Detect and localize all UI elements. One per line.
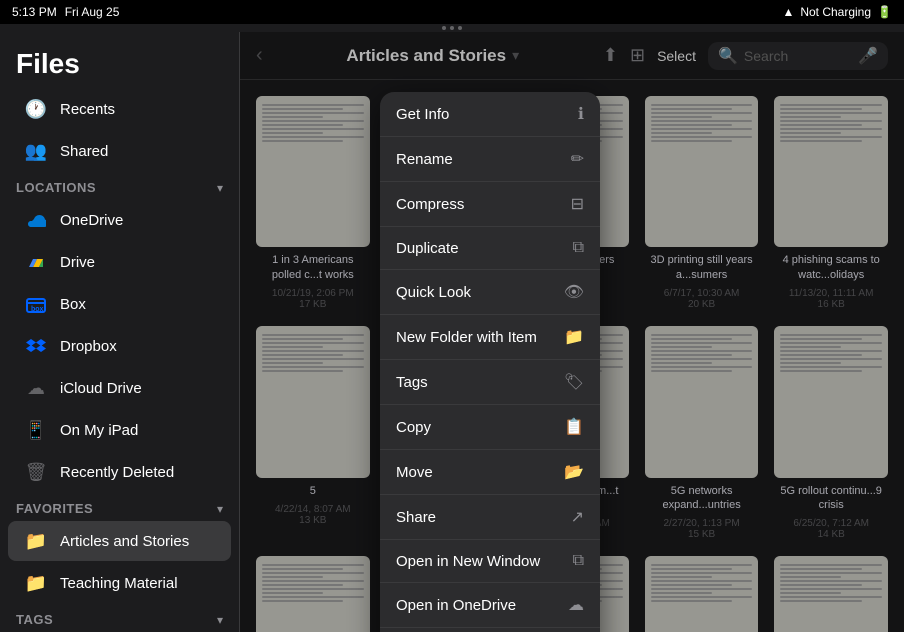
battery-icon: 🔋: [877, 5, 892, 19]
context-item-icon: 📁: [564, 327, 584, 347]
battery-status: Not Charging: [800, 5, 871, 19]
context-item-icon: 🏷: [564, 372, 584, 392]
context-menu-item-move[interactable]: Move 📂: [380, 450, 600, 495]
drive-icon: [24, 250, 48, 274]
context-item-label: Copy: [396, 419, 431, 436]
context-item-icon: 📋: [564, 417, 584, 437]
box-label: Box: [60, 296, 86, 313]
context-item-label: Move: [396, 464, 433, 481]
context-menu: Get Info ℹ Rename ✏ Compress ⊟ Duplicate…: [380, 92, 600, 632]
shared-label: Shared: [60, 143, 108, 160]
sidebar-item-ipad[interactable]: 📱 On My iPad: [8, 410, 231, 450]
sidebar-item-teaching[interactable]: 📁 Teaching Material: [8, 563, 231, 603]
shared-icon: 👥: [24, 139, 48, 163]
favorites-section-header[interactable]: Favorites ▾: [0, 493, 239, 520]
wifi-icon: ▲: [782, 5, 794, 19]
status-time: 5:13 PM: [12, 5, 57, 19]
context-menu-item-copy[interactable]: Copy 📋: [380, 405, 600, 450]
locations-chevron: ▾: [217, 181, 223, 195]
favorites-label: Favorites: [16, 501, 93, 516]
context-menu-item-share[interactable]: Share ↗: [380, 495, 600, 540]
context-item-label: Open in New Window: [396, 553, 540, 570]
tags-section-header[interactable]: Tags ▾: [0, 604, 239, 631]
sidebar-item-icloud[interactable]: ☁ iCloud Drive: [8, 368, 231, 408]
sidebar-item-onedrive[interactable]: OneDrive: [8, 200, 231, 240]
context-menu-item-compress[interactable]: Compress ⊟: [380, 182, 600, 227]
sidebar-item-box[interactable]: box Box: [8, 284, 231, 324]
sidebar-item-shared[interactable]: 👥 Shared: [8, 131, 231, 171]
onedrive-label: OneDrive: [60, 212, 123, 229]
context-menu-item-open-in-new-window[interactable]: Open in New Window ⧉: [380, 540, 600, 583]
locations-label: Locations: [16, 180, 96, 195]
sidebar-item-recents[interactable]: 🕐 Recents: [8, 89, 231, 129]
dropbox-label: Dropbox: [60, 338, 117, 355]
drive-label: Drive: [60, 254, 95, 271]
svg-text:box: box: [31, 306, 44, 313]
box-icon: box: [24, 292, 48, 316]
articles-label: Articles and Stories: [60, 533, 189, 550]
tags-chevron: ▾: [217, 613, 223, 627]
context-item-label: Quick Look: [396, 284, 471, 301]
recents-label: Recents: [60, 101, 115, 118]
status-bar: 5:13 PM Fri Aug 25 ▲ Not Charging 🔋: [0, 0, 904, 24]
teaching-folder-icon: 📁: [24, 571, 48, 595]
context-menu-item-duplicate[interactable]: Duplicate ⧉: [380, 227, 600, 270]
context-item-label: Open in OneDrive: [396, 597, 516, 614]
icloud-icon: ☁: [24, 376, 48, 400]
context-menu-item-rename[interactable]: Rename ✏: [380, 137, 600, 182]
status-date: Fri Aug 25: [65, 5, 120, 19]
dropbox-icon: [24, 334, 48, 358]
context-menu-item-tags[interactable]: Tags 🏷: [380, 360, 600, 405]
sidebar: Files 🕐 Recents 👥 Shared Locations ▾ One…: [0, 32, 240, 632]
sidebar-item-recently-deleted[interactable]: 🗑 Recently Deleted: [8, 452, 231, 492]
window-controls: [0, 24, 904, 32]
context-item-label: New Folder with Item: [396, 329, 537, 346]
sidebar-item-drive[interactable]: Drive: [8, 242, 231, 282]
context-menu-item-get-info[interactable]: Get Info ℹ: [380, 92, 600, 137]
onedrive-icon: [24, 208, 48, 232]
deleted-icon: 🗑: [24, 460, 48, 484]
context-menu-item-delete[interactable]: Delete 🗑: [380, 628, 600, 632]
context-menu-item-new-folder-with-item[interactable]: New Folder with Item 📁: [380, 315, 600, 360]
context-item-icon: ☁: [568, 595, 584, 615]
context-item-label: Rename: [396, 151, 453, 168]
context-item-icon: ⊟: [571, 194, 584, 214]
locations-section-header[interactable]: Locations ▾: [0, 172, 239, 199]
context-item-icon: 👁: [564, 282, 584, 302]
tags-label: Tags: [16, 612, 53, 627]
content-area: ‹ Articles and Stories ▾ ⬆ ⊞ Select 🔍 🎤: [240, 32, 904, 632]
sidebar-title: Files: [0, 32, 239, 88]
recents-icon: 🕐: [24, 97, 48, 121]
context-item-icon: 📂: [564, 462, 584, 482]
context-item-icon: ⧉: [573, 239, 584, 257]
context-item-label: Duplicate: [396, 240, 459, 257]
favorites-chevron: ▾: [217, 502, 223, 516]
context-item-label: Get Info: [396, 106, 449, 123]
context-item-icon: ℹ: [578, 104, 584, 124]
context-item-icon: ✏: [571, 149, 584, 169]
context-item-icon: ↗: [571, 507, 584, 527]
sidebar-item-articles[interactable]: 📁 Articles and Stories: [8, 521, 231, 561]
context-item-label: Compress: [396, 196, 464, 213]
context-item-label: Share: [396, 509, 436, 526]
ipad-icon: 📱: [24, 418, 48, 442]
ipad-label: On My iPad: [60, 422, 138, 439]
teaching-label: Teaching Material: [60, 575, 178, 592]
context-menu-item-quick-look[interactable]: Quick Look 👁: [380, 270, 600, 315]
context-menu-item-open-in-onedrive[interactable]: Open in OneDrive ☁: [380, 583, 600, 628]
icloud-label: iCloud Drive: [60, 380, 142, 397]
articles-folder-icon: 📁: [24, 529, 48, 553]
sidebar-item-dropbox[interactable]: Dropbox: [8, 326, 231, 366]
context-item-label: Tags: [396, 374, 428, 391]
recently-deleted-label: Recently Deleted: [60, 464, 174, 481]
context-item-icon: ⧉: [573, 552, 584, 570]
